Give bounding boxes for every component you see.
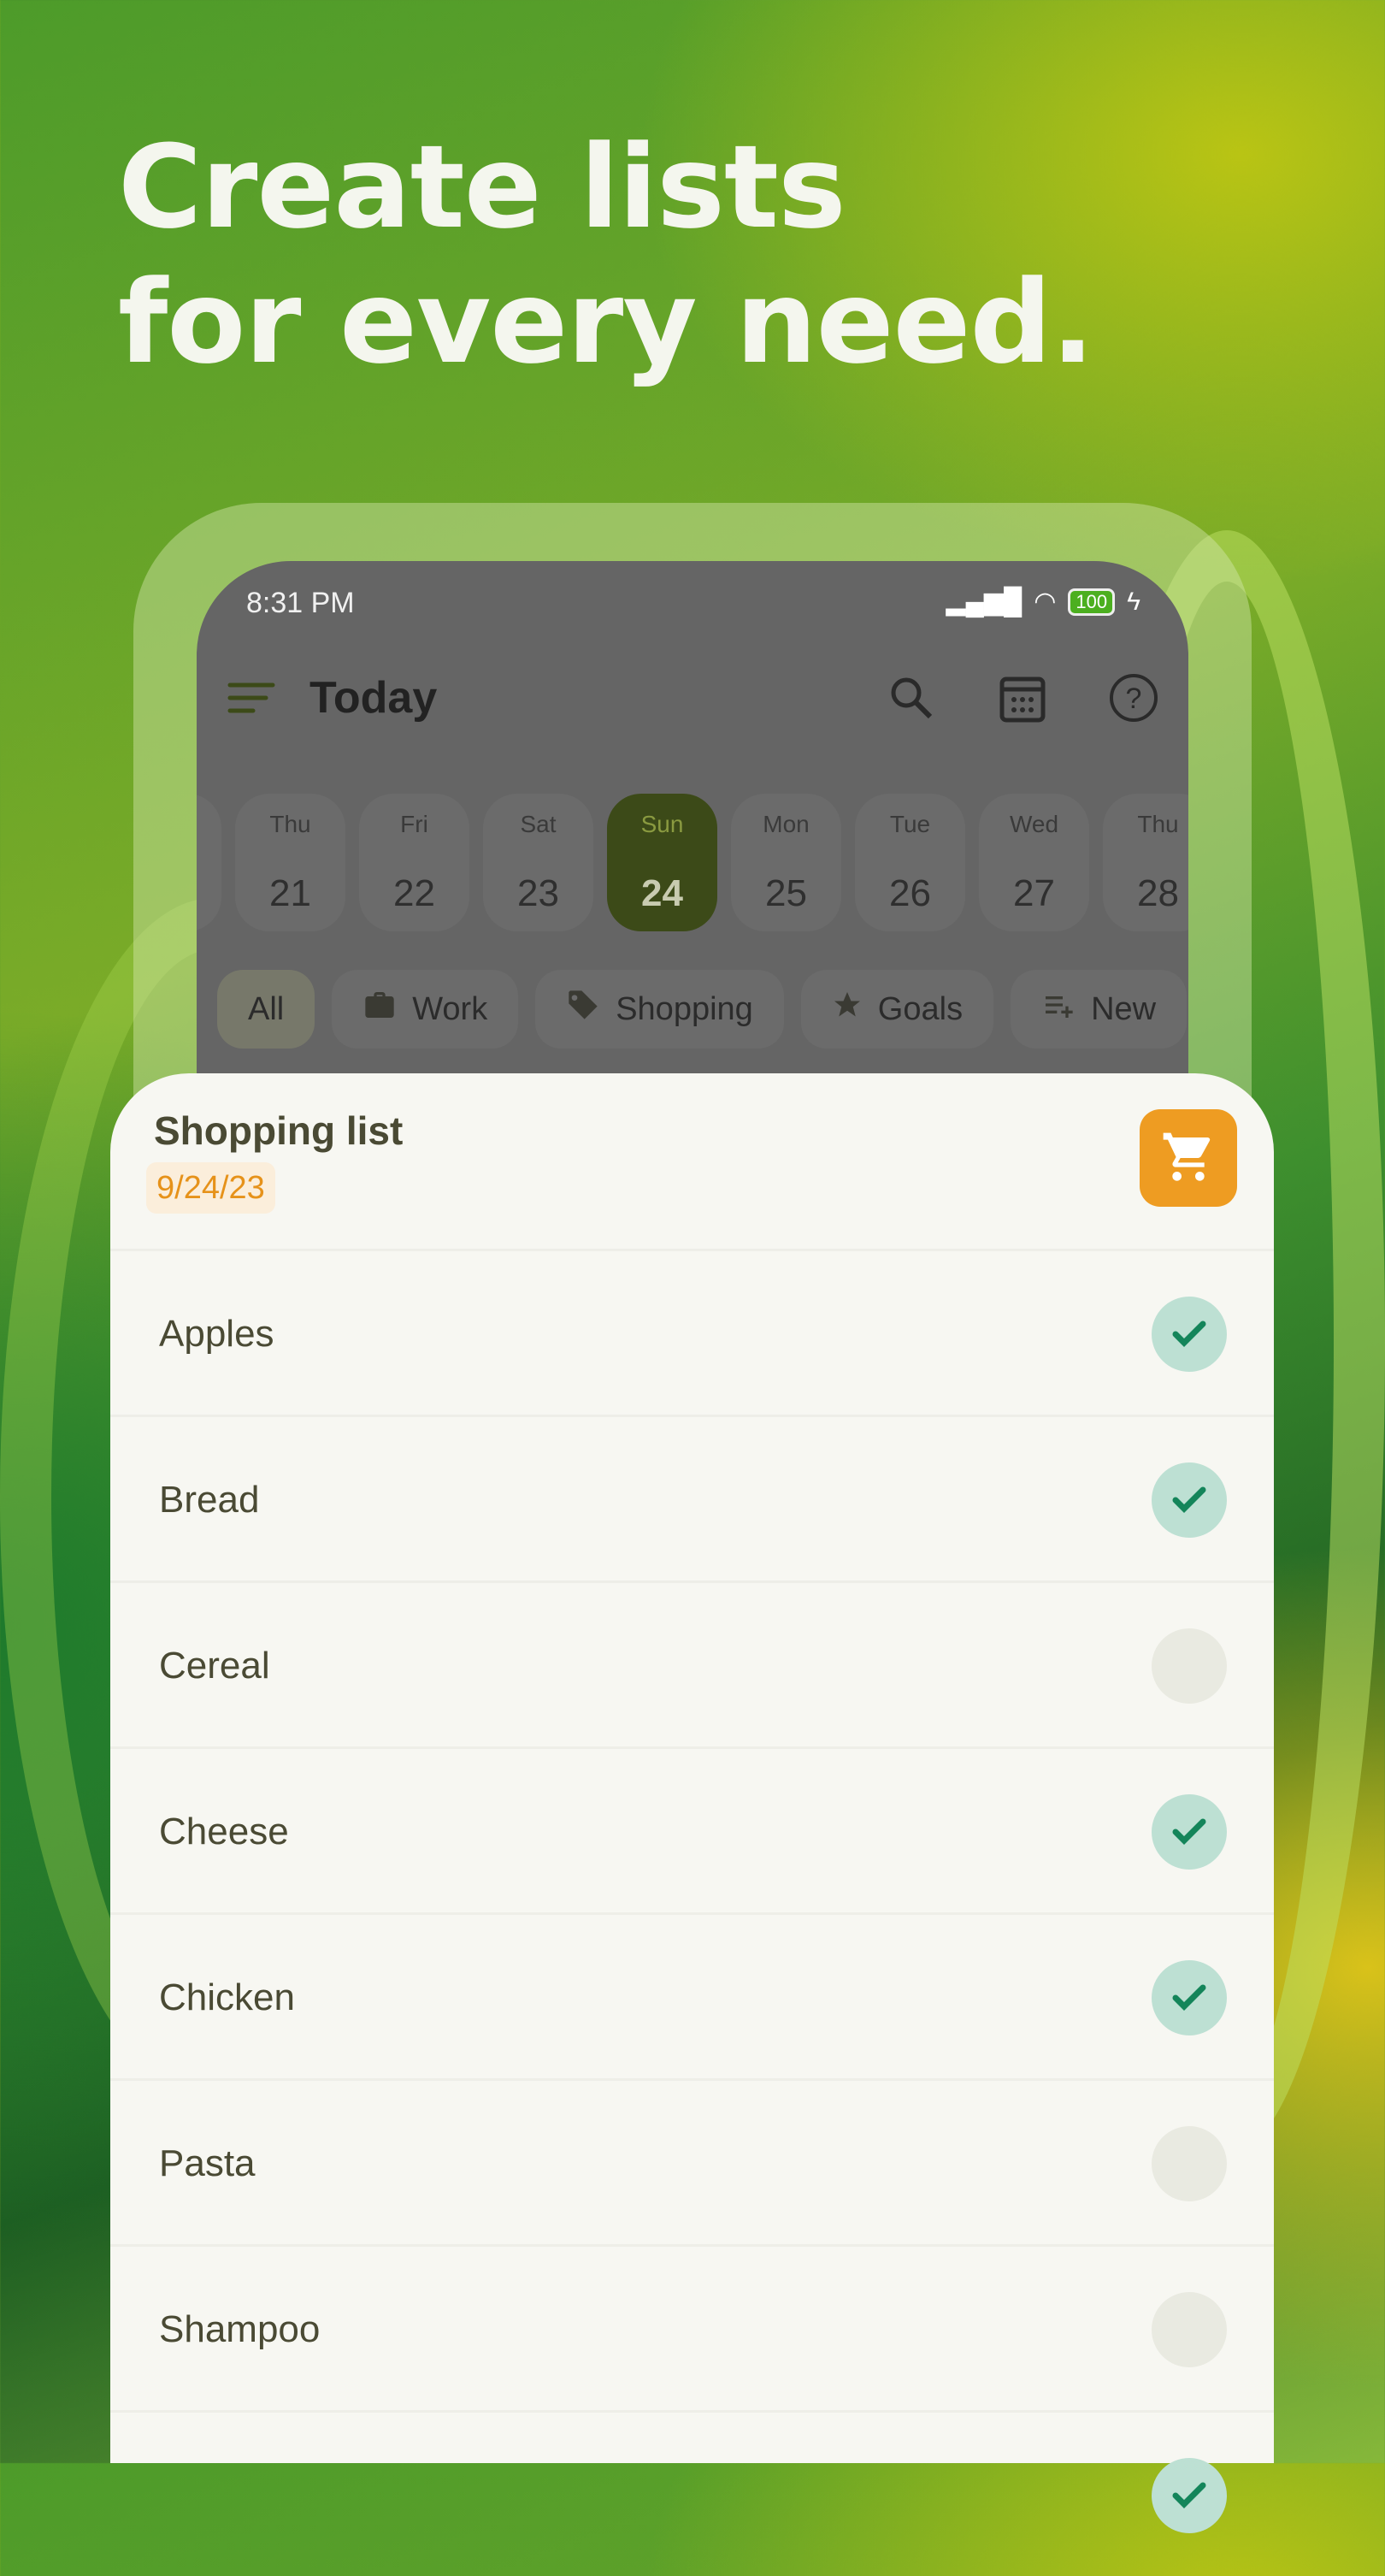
date-strip: Wed 20 Thu 21 Fri 22 Sat 23 Sun 24 Mon 25 Tue 26 Wed 27… — [197, 794, 1188, 931]
date-chip-25[interactable]: Mon 25 — [731, 794, 841, 931]
date-number: 25 — [765, 872, 807, 914]
date-number: 21 — [269, 872, 311, 914]
item-label: Apples — [159, 1313, 274, 1355]
date-chip-28[interactable]: Thu 28 — [1103, 794, 1188, 931]
date-chip-20[interactable]: Wed 20 — [197, 794, 221, 931]
list-item[interactable] — [110, 2410, 1274, 2576]
item-checkbox[interactable] — [1152, 2292, 1227, 2367]
tag-icon — [566, 988, 600, 1031]
date-number: 20 — [197, 872, 221, 915]
menu-icon[interactable] — [227, 681, 275, 715]
date-weekday: Thu — [1137, 811, 1179, 837]
item-label: Cereal — [159, 1645, 270, 1687]
list-title: Shopping list — [154, 1108, 404, 1153]
category-chip-shopping[interactable]: Shopping — [535, 970, 784, 1049]
headline-line-2: for every need. — [118, 256, 1094, 389]
svg-text:?: ? — [1126, 682, 1142, 715]
briefcase-icon — [362, 988, 397, 1031]
category-chip-goals[interactable]: Goals — [800, 970, 994, 1049]
category-label: Goals — [877, 990, 964, 1027]
check-icon — [1172, 1984, 1206, 2011]
calendar-icon — [999, 676, 1046, 723]
check-icon — [1172, 2482, 1206, 2508]
search-icon — [891, 677, 933, 719]
item-label: Shampoo — [159, 2308, 321, 2350]
cart-icon — [1163, 1132, 1211, 1181]
list-date-badge: 9/24/23 — [146, 1162, 275, 1214]
item-checkbox[interactable] — [1152, 1462, 1227, 1538]
date-weekday: Tue — [889, 811, 931, 837]
check-icon — [1172, 1320, 1206, 1347]
date-number: 27 — [1013, 872, 1055, 914]
check-icon — [1172, 1486, 1206, 1513]
star-icon — [832, 990, 863, 1029]
playlist-add-icon — [1041, 988, 1076, 1031]
item-label: Pasta — [159, 2142, 256, 2184]
check-icon — [1172, 1818, 1206, 1845]
item-checkbox[interactable] — [1152, 2458, 1227, 2533]
category-chips: All Work Shopping Goals New — [217, 970, 1188, 1049]
category-label: All — [248, 990, 285, 1027]
app-header: Today ? — [227, 664, 1159, 732]
item-checkbox[interactable] — [1152, 1960, 1227, 2035]
item-checkbox[interactable] — [1152, 1297, 1227, 1372]
category-label: Shopping — [616, 990, 753, 1027]
cart-button[interactable] — [1140, 1109, 1237, 1207]
list-item[interactable]: Bread — [110, 1415, 1274, 1580]
item-label: Chicken — [159, 1976, 295, 2018]
date-chip-27[interactable]: Wed 27 — [979, 794, 1089, 931]
item-checkbox[interactable] — [1152, 2126, 1227, 2201]
date-weekday: Wed — [197, 811, 221, 838]
charging-icon: ϟ — [1127, 587, 1140, 616]
wifi-icon: ◠ — [1034, 588, 1057, 616]
status-time: 8:31 PM — [246, 587, 355, 619]
help-icon: ? — [1110, 674, 1158, 722]
date-chip-24[interactable]: Sun 24 — [607, 794, 717, 931]
category-chip-work[interactable]: Work — [332, 970, 519, 1049]
headline-line-1: Create lists — [118, 121, 846, 254]
help-button[interactable]: ? — [1108, 672, 1159, 724]
headline: Create lists for every need. — [118, 120, 1094, 390]
item-label: Bread — [159, 1479, 260, 1521]
shopping-list-card: Shopping list 9/24/23 Apples Bread Cereal C… — [110, 1073, 1274, 2533]
item-checkbox[interactable] — [1152, 1628, 1227, 1704]
category-chip-new[interactable]: New — [1011, 970, 1188, 1049]
date-chip-22[interactable]: Fri 22 — [359, 794, 469, 931]
list-item[interactable]: Chicken — [110, 1912, 1274, 2078]
category-label: New — [1091, 990, 1157, 1027]
item-label: Cheese — [159, 1811, 289, 1852]
date-number: 24 — [641, 872, 683, 914]
page-title: Today — [309, 673, 438, 723]
list-item[interactable]: Cereal — [110, 1580, 1274, 1746]
list-item[interactable]: Apples — [110, 1249, 1274, 1415]
date-number: 23 — [517, 872, 559, 914]
signal-icon: ▂▄▆█ — [946, 588, 1023, 616]
list-item[interactable]: Shampoo — [110, 2244, 1274, 2410]
list-item[interactable]: Cheese — [110, 1746, 1274, 1912]
calendar-button[interactable] — [997, 672, 1048, 724]
date-weekday: Fri — [400, 811, 428, 837]
list-item[interactable]: Pasta — [110, 2078, 1274, 2244]
date-weekday: Wed — [1009, 811, 1059, 837]
search-button[interactable] — [886, 672, 937, 724]
date-weekday: Mon — [763, 811, 810, 837]
date-chip-21[interactable]: Thu 21 — [235, 794, 345, 931]
date-weekday: Thu — [269, 811, 311, 837]
date-weekday: Sun — [640, 811, 684, 837]
date-chip-23[interactable]: Sat 23 — [483, 794, 593, 931]
battery-icon: 100 — [1068, 588, 1116, 616]
category-label: Work — [412, 990, 488, 1027]
date-number: 22 — [393, 872, 435, 914]
date-number: 26 — [889, 872, 931, 914]
status-icons: ▂▄▆█ ◠ 100 ϟ — [946, 587, 1140, 617]
date-chip-26[interactable]: Tue 26 — [855, 794, 965, 931]
list-items: Apples Bread Cereal Cheese Chicken Pasta Shamp… — [110, 1249, 1274, 2576]
item-checkbox[interactable] — [1152, 1794, 1227, 1870]
date-number: 28 — [1137, 872, 1179, 914]
category-chip-all[interactable]: All — [217, 970, 315, 1049]
date-weekday: Sat — [520, 811, 557, 837]
